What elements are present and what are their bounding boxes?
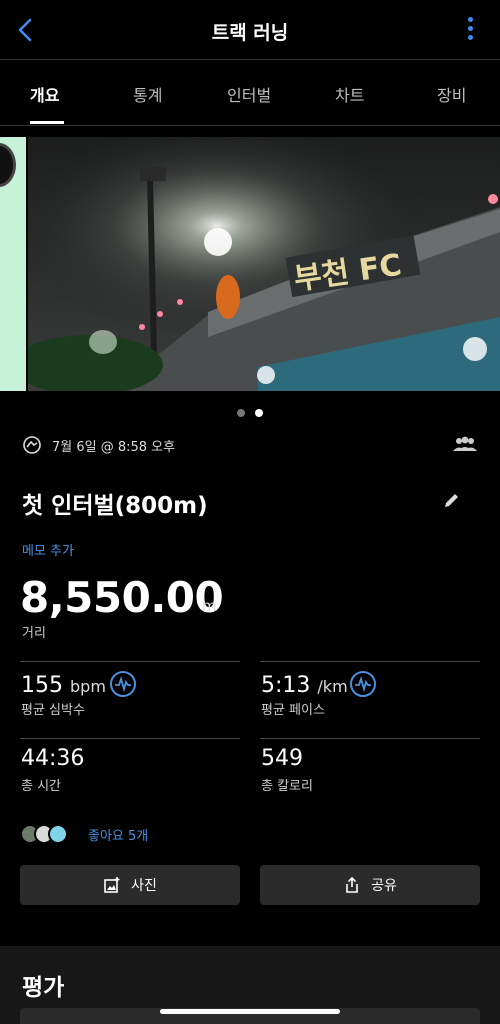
divider — [20, 738, 240, 739]
top-app-bar: 트랙 러닝 — [0, 0, 500, 60]
previous-map-card[interactable] — [0, 137, 26, 391]
page-title: 트랙 러닝 — [211, 22, 289, 44]
add-photo-label: 사진 — [131, 878, 157, 894]
active-tab-indicator — [30, 121, 64, 124]
tab-charts[interactable]: 차트 — [335, 82, 364, 106]
add-photo-button[interactable]: 사진 — [20, 865, 240, 905]
tab-intervals[interactable]: 인터벌 — [227, 82, 271, 106]
pace-stat: 5:13 /km — [261, 673, 348, 698]
pace-unit: /km — [317, 677, 348, 696]
heart-rate-value: 155 — [21, 673, 63, 698]
tab-gear[interactable]: 장비 — [437, 82, 466, 106]
share-label: 공유 — [371, 878, 397, 894]
photo-carousel[interactable]: 부천 FC — [0, 137, 500, 391]
pager-dot[interactable] — [237, 409, 245, 417]
edit-pencil-icon[interactable] — [442, 490, 462, 510]
activity-title: 첫 인터벌(800m) — [22, 493, 208, 519]
heart-rate-label: 평균 심박수 — [21, 703, 85, 718]
pace-value: 5:13 — [261, 673, 311, 698]
more-options-icon[interactable] — [466, 17, 474, 45]
tab-overview[interactable]: 개요 — [30, 82, 59, 106]
divider — [260, 661, 480, 662]
total-time-label: 총 시간 — [21, 779, 62, 794]
distance-label: 거리 — [22, 626, 46, 641]
pace-label: 평균 페이스 — [261, 703, 325, 718]
distance-value: 8,550.00 — [20, 573, 224, 622]
tab-stats[interactable]: 통계 — [133, 82, 162, 106]
home-indicator[interactable] — [160, 1009, 340, 1014]
pager-dot-active[interactable] — [255, 409, 263, 417]
share-icon — [346, 876, 358, 893]
divider — [260, 738, 480, 739]
group-icon[interactable] — [452, 434, 478, 456]
activity-photo[interactable]: 부천 FC — [28, 137, 500, 391]
total-time-value: 44:36 — [21, 746, 85, 771]
running-shoe-icon — [23, 436, 41, 454]
divider — [20, 661, 240, 662]
liker-avatars[interactable] — [20, 824, 72, 846]
carousel-pager — [0, 402, 500, 421]
add-memo-link[interactable]: 메모 추가 — [22, 540, 74, 559]
rating-title: 평가 — [22, 975, 65, 1001]
distance-unit: m — [202, 597, 217, 615]
avatar — [48, 824, 68, 844]
share-button[interactable]: 공유 — [260, 865, 480, 905]
heart-rate-unit: bpm — [70, 677, 106, 696]
add-photo-icon — [104, 877, 120, 893]
total-calories-value: 549 — [261, 746, 303, 771]
pace-insight-icon[interactable] — [350, 671, 376, 697]
map-marker-icon — [0, 143, 16, 187]
activity-meta-row: 7월 6일 @ 8:58 오후 — [22, 434, 478, 456]
heart-rate-stat: 155 bpm — [21, 673, 106, 698]
total-calories-label: 총 칼로리 — [261, 779, 313, 794]
tab-bar: 개요 통계 인터벌 차트 장비 — [0, 60, 500, 126]
activity-date-time: 7월 6일 @ 8:58 오후 — [52, 440, 176, 455]
heart-rate-insight-icon[interactable] — [110, 671, 136, 697]
likes-link[interactable]: 좋아요 5개 — [88, 825, 148, 844]
